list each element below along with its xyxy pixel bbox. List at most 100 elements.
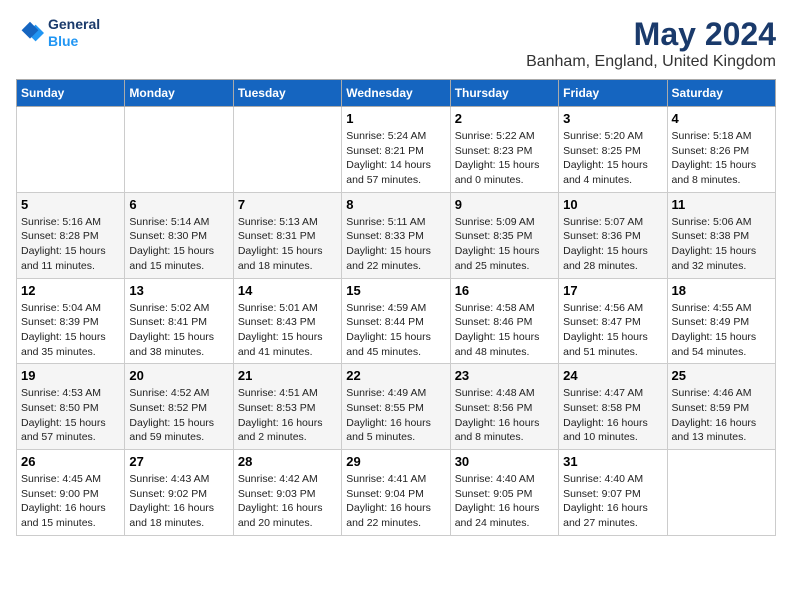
weekday-header-sunday: Sunday bbox=[17, 80, 125, 107]
day-number: 16 bbox=[455, 283, 554, 298]
day-number: 27 bbox=[129, 454, 228, 469]
day-info: Sunrise: 5:18 AM Sunset: 8:26 PM Dayligh… bbox=[672, 129, 771, 188]
title-area: May 2024 Banham, England, United Kingdom bbox=[526, 16, 776, 71]
weekday-header-wednesday: Wednesday bbox=[342, 80, 450, 107]
day-number: 15 bbox=[346, 283, 445, 298]
day-info: Sunrise: 4:53 AM Sunset: 8:50 PM Dayligh… bbox=[21, 386, 120, 445]
weekday-header-tuesday: Tuesday bbox=[233, 80, 341, 107]
calendar-cell: 10Sunrise: 5:07 AM Sunset: 8:36 PM Dayli… bbox=[559, 192, 667, 278]
day-number: 20 bbox=[129, 368, 228, 383]
logo-line2: Blue bbox=[48, 33, 100, 50]
day-info: Sunrise: 5:13 AM Sunset: 8:31 PM Dayligh… bbox=[238, 215, 337, 274]
calendar-cell: 19 Sunrise: 4:53 AM Sunset: 8:50 PM Dayli… bbox=[17, 364, 125, 450]
day-info: Sunrise: 4:56 AM Sunset: 8:47 PM Dayligh… bbox=[563, 301, 662, 360]
day-info: Sunrise: 4:58 AM Sunset: 8:46 PM Dayligh… bbox=[455, 301, 554, 360]
calendar-cell: 16 Sunrise: 4:58 AM Sunset: 8:46 PM Dayli… bbox=[450, 278, 558, 364]
calendar-cell: 27Sunrise: 4:43 AM Sunset: 9:02 PM Dayli… bbox=[125, 450, 233, 536]
calendar-cell: 7Sunrise: 5:13 AM Sunset: 8:31 PM Daylig… bbox=[233, 192, 341, 278]
week-row-5: 26 Sunrise: 4:45 AM Sunset: 9:00 PM Dayli… bbox=[17, 450, 776, 536]
calendar-cell: 3 Sunrise: 5:20 AM Sunset: 8:25 PM Daylig… bbox=[559, 107, 667, 193]
day-info: Sunrise: 4:52 AM Sunset: 8:52 PM Dayligh… bbox=[129, 386, 228, 445]
day-info: Sunrise: 5:14 AM Sunset: 8:30 PM Dayligh… bbox=[129, 215, 228, 274]
day-info: Sunrise: 4:42 AM Sunset: 9:03 PM Dayligh… bbox=[238, 472, 337, 531]
calendar-cell: 31 Sunrise: 4:40 AM Sunset: 9:07 PM Dayli… bbox=[559, 450, 667, 536]
week-row-1: 1 Sunrise: 5:24 AM Sunset: 8:21 PM Daylig… bbox=[17, 107, 776, 193]
day-info: Sunrise: 4:45 AM Sunset: 9:00 PM Dayligh… bbox=[21, 472, 120, 531]
day-number: 18 bbox=[672, 283, 771, 298]
calendar-table: SundayMondayTuesdayWednesdayThursdayFrid… bbox=[16, 79, 776, 536]
day-number: 14 bbox=[238, 283, 337, 298]
day-number: 3 bbox=[563, 111, 662, 126]
day-info: Sunrise: 5:07 AM Sunset: 8:36 PM Dayligh… bbox=[563, 215, 662, 274]
day-number: 31 bbox=[563, 454, 662, 469]
calendar-cell: 24 Sunrise: 4:47 AM Sunset: 8:58 PM Dayli… bbox=[559, 364, 667, 450]
day-info: Sunrise: 5:24 AM Sunset: 8:21 PM Dayligh… bbox=[346, 129, 445, 188]
main-title: May 2024 bbox=[526, 16, 776, 53]
day-number: 9 bbox=[455, 197, 554, 212]
subtitle: Banham, England, United Kingdom bbox=[526, 53, 776, 71]
logo: General Blue bbox=[16, 16, 100, 50]
day-info: Sunrise: 4:51 AM Sunset: 8:53 PM Dayligh… bbox=[238, 386, 337, 445]
weekday-header-monday: Monday bbox=[125, 80, 233, 107]
day-info: Sunrise: 4:55 AM Sunset: 8:49 PM Dayligh… bbox=[672, 301, 771, 360]
day-number: 19 bbox=[21, 368, 120, 383]
weekday-header-friday: Friday bbox=[559, 80, 667, 107]
day-number: 24 bbox=[563, 368, 662, 383]
day-info: Sunrise: 5:06 AM Sunset: 8:38 PM Dayligh… bbox=[672, 215, 771, 274]
day-info: Sunrise: 4:49 AM Sunset: 8:55 PM Dayligh… bbox=[346, 386, 445, 445]
day-info: Sunrise: 5:02 AM Sunset: 8:41 PM Dayligh… bbox=[129, 301, 228, 360]
day-number: 4 bbox=[672, 111, 771, 126]
calendar-cell: 2Sunrise: 5:22 AM Sunset: 8:23 PM Daylig… bbox=[450, 107, 558, 193]
weekday-header-thursday: Thursday bbox=[450, 80, 558, 107]
week-row-3: 12 Sunrise: 5:04 AM Sunset: 8:39 PM Dayli… bbox=[17, 278, 776, 364]
day-info: Sunrise: 4:47 AM Sunset: 8:58 PM Dayligh… bbox=[563, 386, 662, 445]
calendar-cell: 26 Sunrise: 4:45 AM Sunset: 9:00 PM Dayli… bbox=[17, 450, 125, 536]
day-info: Sunrise: 5:20 AM Sunset: 8:25 PM Dayligh… bbox=[563, 129, 662, 188]
calendar-cell: 4 Sunrise: 5:18 AM Sunset: 8:26 PM Daylig… bbox=[667, 107, 775, 193]
day-number: 23 bbox=[455, 368, 554, 383]
day-info: Sunrise: 4:40 AM Sunset: 9:07 PM Dayligh… bbox=[563, 472, 662, 531]
day-number: 5 bbox=[21, 197, 120, 212]
calendar-cell: 25Sunrise: 4:46 AM Sunset: 8:59 PM Dayli… bbox=[667, 364, 775, 450]
calendar-cell: 21Sunrise: 4:51 AM Sunset: 8:53 PM Dayli… bbox=[233, 364, 341, 450]
calendar-cell: 13 Sunrise: 5:02 AM Sunset: 8:41 PM Dayli… bbox=[125, 278, 233, 364]
day-number: 8 bbox=[346, 197, 445, 212]
day-number: 17 bbox=[563, 283, 662, 298]
calendar-cell bbox=[125, 107, 233, 193]
day-info: Sunrise: 5:11 AM Sunset: 8:33 PM Dayligh… bbox=[346, 215, 445, 274]
calendar-cell: 17 Sunrise: 4:56 AM Sunset: 8:47 PM Dayli… bbox=[559, 278, 667, 364]
calendar-cell bbox=[17, 107, 125, 193]
day-number: 22 bbox=[346, 368, 445, 383]
calendar-cell: 15 Sunrise: 4:59 AM Sunset: 8:44 PM Dayli… bbox=[342, 278, 450, 364]
calendar-cell: 11 Sunrise: 5:06 AM Sunset: 8:38 PM Dayli… bbox=[667, 192, 775, 278]
day-info: Sunrise: 4:59 AM Sunset: 8:44 PM Dayligh… bbox=[346, 301, 445, 360]
calendar-cell: 6Sunrise: 5:14 AM Sunset: 8:30 PM Daylig… bbox=[125, 192, 233, 278]
calendar-cell: 12 Sunrise: 5:04 AM Sunset: 8:39 PM Dayli… bbox=[17, 278, 125, 364]
calendar-cell bbox=[233, 107, 341, 193]
weekday-header-row: SundayMondayTuesdayWednesdayThursdayFrid… bbox=[17, 80, 776, 107]
day-info: Sunrise: 5:04 AM Sunset: 8:39 PM Dayligh… bbox=[21, 301, 120, 360]
header: General Blue May 2024 Banham, England, U… bbox=[16, 16, 776, 71]
logo-line1: General bbox=[48, 16, 100, 33]
day-number: 13 bbox=[129, 283, 228, 298]
day-number: 26 bbox=[21, 454, 120, 469]
calendar-cell: 23Sunrise: 4:48 AM Sunset: 8:56 PM Dayli… bbox=[450, 364, 558, 450]
day-number: 1 bbox=[346, 111, 445, 126]
day-info: Sunrise: 5:22 AM Sunset: 8:23 PM Dayligh… bbox=[455, 129, 554, 188]
day-info: Sunrise: 4:46 AM Sunset: 8:59 PM Dayligh… bbox=[672, 386, 771, 445]
weekday-header-saturday: Saturday bbox=[667, 80, 775, 107]
day-info: Sunrise: 4:41 AM Sunset: 9:04 PM Dayligh… bbox=[346, 472, 445, 531]
day-info: Sunrise: 5:09 AM Sunset: 8:35 PM Dayligh… bbox=[455, 215, 554, 274]
calendar-cell: 14Sunrise: 5:01 AM Sunset: 8:43 PM Dayli… bbox=[233, 278, 341, 364]
calendar-cell bbox=[667, 450, 775, 536]
day-info: Sunrise: 5:16 AM Sunset: 8:28 PM Dayligh… bbox=[21, 215, 120, 274]
day-number: 29 bbox=[346, 454, 445, 469]
day-number: 28 bbox=[238, 454, 337, 469]
day-number: 12 bbox=[21, 283, 120, 298]
calendar-cell: 9 Sunrise: 5:09 AM Sunset: 8:35 PM Daylig… bbox=[450, 192, 558, 278]
day-number: 30 bbox=[455, 454, 554, 469]
logo-icon bbox=[16, 19, 44, 47]
logo-text: General Blue bbox=[48, 16, 100, 50]
day-number: 11 bbox=[672, 197, 771, 212]
calendar-cell: 20 Sunrise: 4:52 AM Sunset: 8:52 PM Dayli… bbox=[125, 364, 233, 450]
